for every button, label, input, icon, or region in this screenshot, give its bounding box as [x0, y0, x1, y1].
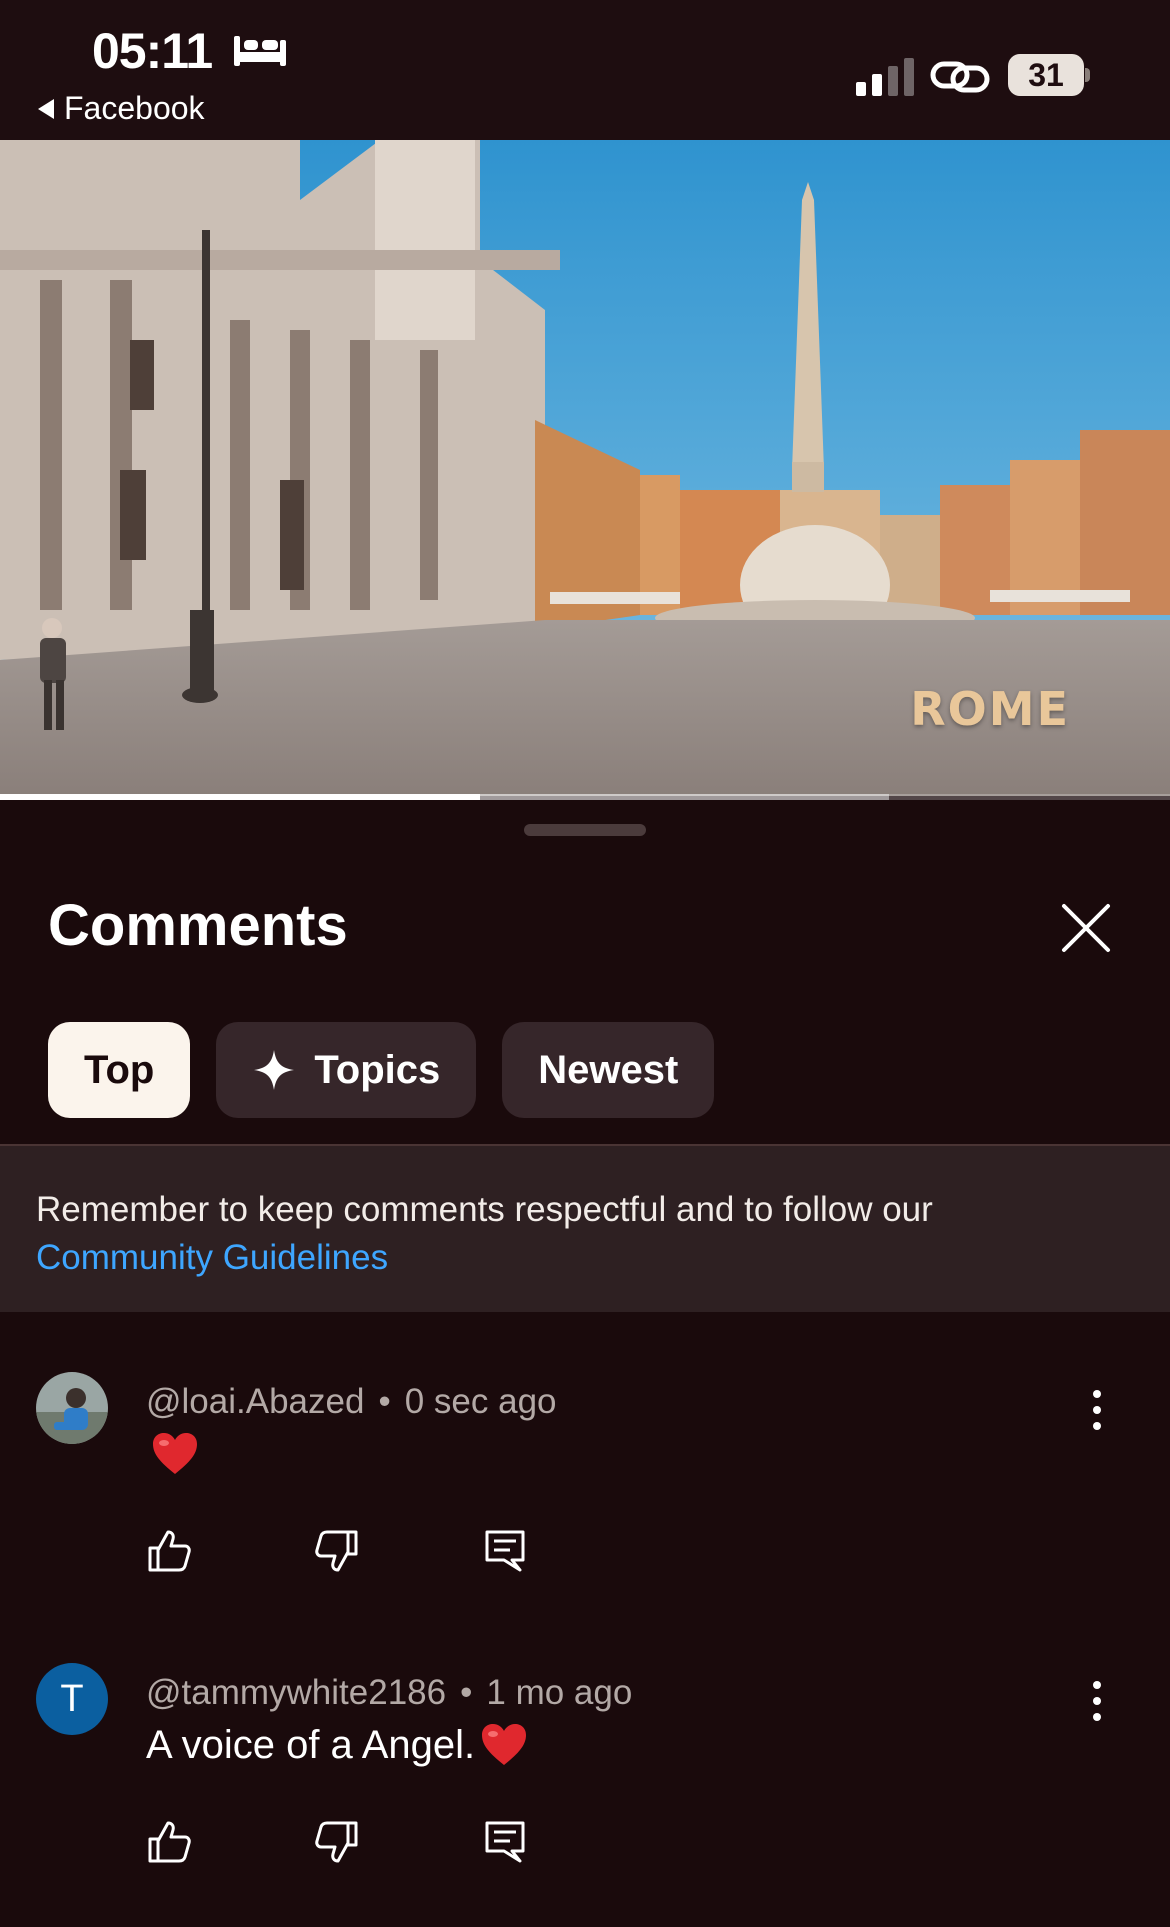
community-guidelines-link[interactable]: Community Guidelines [36, 1234, 1134, 1282]
comment-item: @loai.Abazed • 0 sec ago [0, 1372, 1170, 1652]
tab-topics-label: Topics [314, 1047, 441, 1092]
dislike-button[interactable] [314, 1819, 360, 1865]
thumbs-up-icon [148, 1821, 191, 1863]
community-notice: Remember to keep comments respectful and… [0, 1144, 1170, 1312]
comment-actions [146, 1819, 650, 1865]
thumbs-up-icon [148, 1530, 191, 1572]
comment-time: 1 mo ago [486, 1673, 633, 1712]
comment-author[interactable]: @loai.Abazed [146, 1382, 364, 1422]
back-arrow-icon [38, 98, 54, 119]
reply-icon [485, 1821, 525, 1863]
notice-text: Remember to keep comments respectful and… [36, 1190, 933, 1229]
comment-meta: @tammywhite2186 • 1 mo ago [146, 1673, 633, 1713]
dislike-button[interactable] [314, 1528, 360, 1574]
more-options-icon[interactable] [1088, 1388, 1106, 1432]
reply-button[interactable] [482, 1528, 528, 1574]
like-button[interactable] [146, 1528, 192, 1574]
comment-author[interactable]: @tammywhite2186 [146, 1673, 446, 1713]
thumbs-down-icon [315, 1530, 358, 1572]
video-player[interactable]: ROME [0, 140, 1170, 796]
comments-title: Comments [48, 893, 348, 958]
cellular-signal-icon [856, 58, 914, 96]
comment-sort-tabs: Top Topics Newest [48, 1022, 715, 1118]
avatar[interactable] [36, 1372, 108, 1444]
comment-body: A voice of a Angel. [146, 1722, 476, 1767]
comment-time: 0 sec ago [404, 1382, 557, 1421]
reply-button[interactable] [482, 1819, 528, 1865]
comment-text: A voice of a Angel. [146, 1721, 529, 1769]
comment-item: T @tammywhite2186 • 1 mo ago A voice of … [0, 1663, 1170, 1927]
sheet-drag-handle[interactable] [524, 824, 646, 836]
battery-level: 31 [1008, 54, 1084, 96]
reply-icon [485, 1530, 525, 1572]
sparkle-icon [254, 1050, 295, 1090]
thumbs-down-icon [315, 1821, 358, 1863]
comment-actions [146, 1528, 650, 1574]
comments-sheet: Comments Top Topics Newest Remember to k… [0, 800, 1170, 1927]
heart-emoji-icon [153, 1433, 197, 1474]
tab-newest[interactable]: Newest [502, 1022, 715, 1118]
tab-top-label: Top [84, 1047, 155, 1092]
heart-emoji-icon [482, 1724, 527, 1765]
back-app-label: Facebook [64, 90, 205, 126]
back-to-facebook-link[interactable]: Facebook [38, 90, 205, 127]
comment-meta: @loai.Abazed • 0 sec ago [146, 1382, 557, 1422]
clock-time: 05:11 [92, 23, 213, 79]
close-icon[interactable] [1058, 900, 1114, 956]
more-options-icon[interactable] [1088, 1679, 1106, 1723]
tab-topics[interactable]: Topics [216, 1022, 477, 1118]
battery-indicator: 31 [1008, 54, 1090, 96]
comment-text [146, 1430, 200, 1478]
status-bar: 05:11 Facebook 31 [0, 0, 1170, 140]
video-caption: ROME [910, 682, 1070, 736]
like-button[interactable] [146, 1819, 192, 1865]
avatar[interactable]: T [36, 1663, 108, 1735]
sleep-focus-icon [234, 36, 286, 66]
tab-top[interactable]: Top [48, 1022, 191, 1118]
tab-newest-label: Newest [538, 1047, 679, 1092]
personal-hotspot-icon [930, 61, 990, 93]
